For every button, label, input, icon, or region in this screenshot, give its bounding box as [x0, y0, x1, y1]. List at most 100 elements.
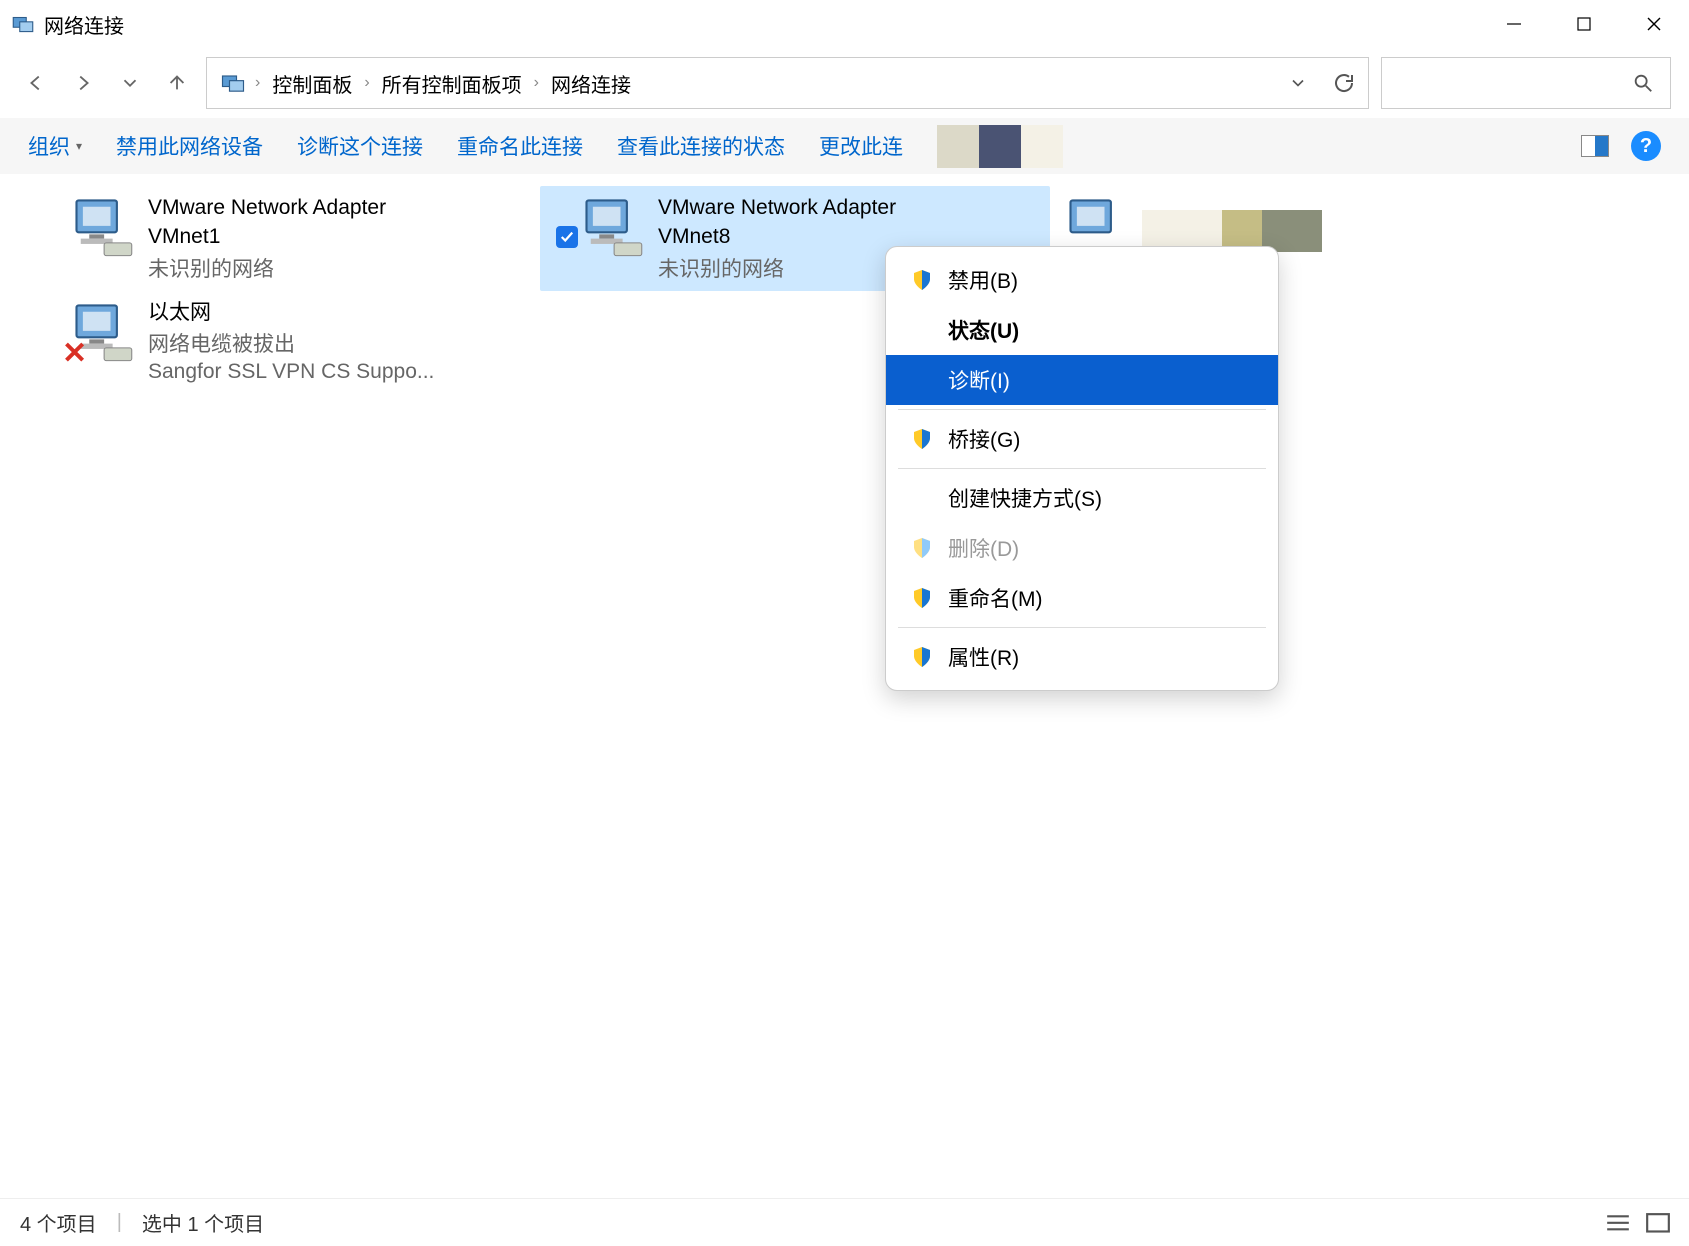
toolbar-label: 禁用此网络设备: [116, 131, 263, 161]
menu-label: 重命名(M): [948, 583, 1042, 613]
status-right: [1605, 1212, 1671, 1234]
menu-label: 诊断(I): [948, 365, 1010, 395]
maximize-button[interactable]: [1549, 0, 1619, 48]
adapter-item-vmnet1[interactable]: VMware Network Adapter VMnet1 未识别的网络: [30, 186, 540, 291]
recent-dropdown[interactable]: [112, 66, 147, 101]
menu-create-shortcut[interactable]: 创建快捷方式(S): [886, 473, 1278, 523]
breadcrumb: › 控制面板 › 所有控制面板项 › 网络连接: [255, 69, 631, 98]
menu-properties[interactable]: 属性(R): [886, 632, 1278, 682]
content-area: VMware Network Adapter VMnet1 未识别的网络 VMw…: [0, 174, 1689, 1198]
adapter-sub: 未识别的网络: [148, 253, 386, 283]
location-icon: [219, 69, 247, 97]
search-input[interactable]: [1381, 57, 1671, 109]
menu-delete: 删除(D): [886, 523, 1278, 573]
adapter-sub2: Sangfor SSL VPN CS Suppo...: [148, 360, 434, 384]
network-adapter-icon: [578, 194, 646, 262]
menu-label: 创建快捷方式(S): [948, 483, 1102, 513]
chevron-down-icon: ▾: [76, 139, 82, 153]
toolbar-label: 组织: [28, 131, 70, 161]
help-icon[interactable]: ?: [1631, 131, 1661, 161]
chevron-right-icon: ›: [364, 74, 369, 92]
toolbar-label: 诊断这个连接: [297, 131, 423, 161]
forward-button[interactable]: [65, 66, 100, 101]
adapter-text: [1142, 194, 1322, 252]
toolbar-label: 更改此连: [819, 131, 903, 161]
menu-separator: [898, 468, 1266, 469]
network-adapter-icon: ✕: [68, 299, 136, 367]
adapter-title2: VMnet1: [148, 223, 386, 250]
back-button[interactable]: [18, 66, 53, 101]
menu-label: 状态(U): [948, 315, 1019, 345]
window-title: 网络连接: [44, 10, 124, 39]
shield-icon: [910, 586, 934, 610]
adapter-item-ethernet[interactable]: ✕ 以太网 网络电缆被拔出 Sangfor SSL VPN CS Suppo..…: [30, 291, 540, 392]
menu-bridge[interactable]: 桥接(G): [886, 414, 1278, 464]
close-button[interactable]: [1619, 0, 1689, 48]
status-item-count: 4 个项目: [20, 1208, 97, 1237]
organize-button[interactable]: 组织 ▾: [28, 131, 82, 161]
minimize-button[interactable]: [1479, 0, 1549, 48]
window-controls: [1479, 0, 1689, 48]
view-large-icon[interactable]: [1645, 1212, 1671, 1234]
titlebar-left: 网络连接: [10, 10, 124, 39]
adapter-grid: VMware Network Adapter VMnet1 未识别的网络 VMw…: [30, 186, 1659, 392]
toolbar-right: ?: [1581, 131, 1661, 161]
app-icon: [10, 11, 36, 37]
shield-icon: [910, 427, 934, 451]
adapter-text: VMware Network Adapter VMnet1 未识别的网络: [148, 194, 386, 283]
view-details-icon[interactable]: [1605, 1212, 1631, 1234]
menu-rename[interactable]: 重命名(M): [886, 573, 1278, 623]
toolbar-label: 查看此连接的状态: [617, 131, 785, 161]
change-settings-button[interactable]: 更改此连: [819, 131, 903, 161]
menu-label: 属性(R): [948, 642, 1019, 672]
adapter-title: 以太网: [148, 299, 434, 326]
view-toggle[interactable]: [1581, 135, 1609, 157]
status-selected-count: 选中 1 个项目: [142, 1208, 264, 1237]
addressbar[interactable]: › 控制面板 › 所有控制面板项 › 网络连接: [206, 57, 1369, 109]
disable-device-button[interactable]: 禁用此网络设备: [116, 131, 263, 161]
adapter-title: VMware Network Adapter: [658, 194, 896, 221]
obscured-region: [937, 125, 1065, 168]
shield-icon: [910, 268, 934, 292]
adapter-title: VMware Network Adapter: [148, 194, 386, 221]
context-menu: 禁用(B) 状态(U) 诊断(I) 桥接(G) 创建快捷方式(S) 删除(D): [885, 246, 1279, 691]
search-icon: [1632, 72, 1654, 94]
view-status-button[interactable]: 查看此连接的状态: [617, 131, 785, 161]
menu-separator: [898, 627, 1266, 628]
menu-label: 桥接(G): [948, 424, 1020, 454]
checkbox-checked-icon: [556, 226, 578, 248]
rename-button[interactable]: 重命名此连接: [457, 131, 583, 161]
shield-icon: [910, 536, 934, 560]
chevron-down-icon[interactable]: [1288, 73, 1308, 93]
toolbar-label: 重命名此连接: [457, 131, 583, 161]
up-button[interactable]: [159, 66, 194, 101]
chevron-right-icon: ›: [534, 74, 539, 92]
menu-status[interactable]: 状态(U): [886, 305, 1278, 355]
refresh-icon[interactable]: [1332, 71, 1356, 95]
menu-diagnose[interactable]: 诊断(I): [886, 355, 1278, 405]
menu-label: 禁用(B): [948, 265, 1018, 295]
adapter-sub: 未识别的网络: [658, 253, 896, 283]
menu-disable[interactable]: 禁用(B): [886, 255, 1278, 305]
titlebar: 网络连接: [0, 0, 1689, 48]
adapter-title2: VMnet8: [658, 223, 896, 250]
addressbar-right: [1288, 71, 1356, 95]
diagnose-button[interactable]: 诊断这个连接: [297, 131, 423, 161]
adapter-sub1: 网络电缆被拔出: [148, 328, 434, 358]
breadcrumb-item[interactable]: 网络连接: [551, 69, 631, 98]
shield-icon: [910, 645, 934, 669]
navbar: › 控制面板 › 所有控制面板项 › 网络连接: [0, 48, 1689, 118]
breadcrumb-item[interactable]: 所有控制面板项: [382, 69, 522, 98]
toolbar: 组织 ▾ 禁用此网络设备 诊断这个连接 重命名此连接 查看此连接的状态 更改此连…: [0, 118, 1689, 174]
error-x-icon: ✕: [62, 336, 87, 371]
network-adapter-icon: [68, 194, 136, 262]
adapter-text: 以太网 网络电缆被拔出 Sangfor SSL VPN CS Suppo...: [148, 299, 434, 384]
divider: |: [117, 1211, 122, 1234]
window: 网络连接 › 控制面板 › 所有控制面板项 › 网络连接: [0, 0, 1689, 1246]
menu-label: 删除(D): [948, 533, 1019, 563]
statusbar: 4 个项目 | 选中 1 个项目: [0, 1198, 1689, 1246]
chevron-right-icon: ›: [255, 74, 260, 92]
menu-separator: [898, 409, 1266, 410]
breadcrumb-item[interactable]: 控制面板: [272, 69, 352, 98]
adapter-text: VMware Network Adapter VMnet8 未识别的网络: [658, 194, 896, 283]
